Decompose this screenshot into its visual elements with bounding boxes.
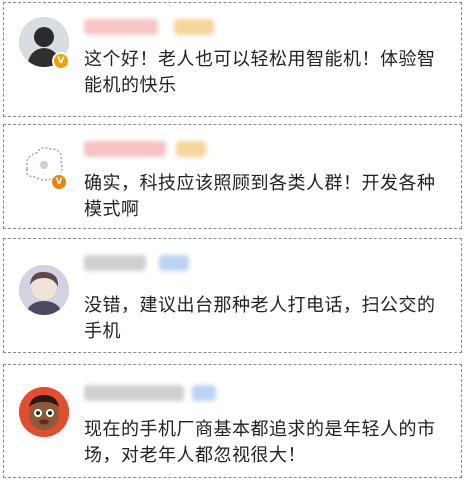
comment-text: 没错，建议出台那种老人打电话，扫公交的手机 — [84, 295, 436, 342]
avatar[interactable] — [19, 265, 69, 315]
verified-badge-icon: V — [52, 52, 70, 70]
verified-badge-icon: V — [50, 173, 68, 191]
user-tag-redacted — [159, 255, 189, 271]
comment-text: 现在的手机厂商基本都追求的是年轻人的市场，对老年人都忽视很大！ — [84, 419, 436, 466]
username-redacted[interactable] — [84, 141, 166, 157]
username-redacted[interactable] — [84, 19, 158, 35]
comment-text: 确实，科技应该照顾到各类人群！开发各种模式啊 — [84, 173, 436, 220]
comment-text: 这个好！老人也可以轻松用智能机！体验智能机的快乐 — [84, 49, 436, 96]
comment-card: V 确实，科技应该照顾到各类人群！开发各种模式啊 — [3, 124, 462, 229]
user-tag-redacted — [192, 385, 216, 401]
comment-card: V 这个好！老人也可以轻松用智能机！体验智能机的快乐 — [3, 2, 462, 117]
comment-card: 没错，建议出台那种老人打电话，扫公交的手机 — [3, 238, 462, 353]
user-tag-redacted — [174, 19, 214, 35]
user-avatar-icon — [19, 265, 69, 315]
user-avatar-icon — [19, 387, 69, 437]
avatar[interactable] — [19, 387, 69, 437]
user-tag-redacted — [176, 141, 206, 157]
username-redacted[interactable] — [84, 255, 146, 271]
username-redacted[interactable] — [84, 385, 184, 401]
comment-card: 现在的手机厂商基本都追求的是年轻人的市场，对老年人都忽视很大！ — [3, 364, 462, 478]
